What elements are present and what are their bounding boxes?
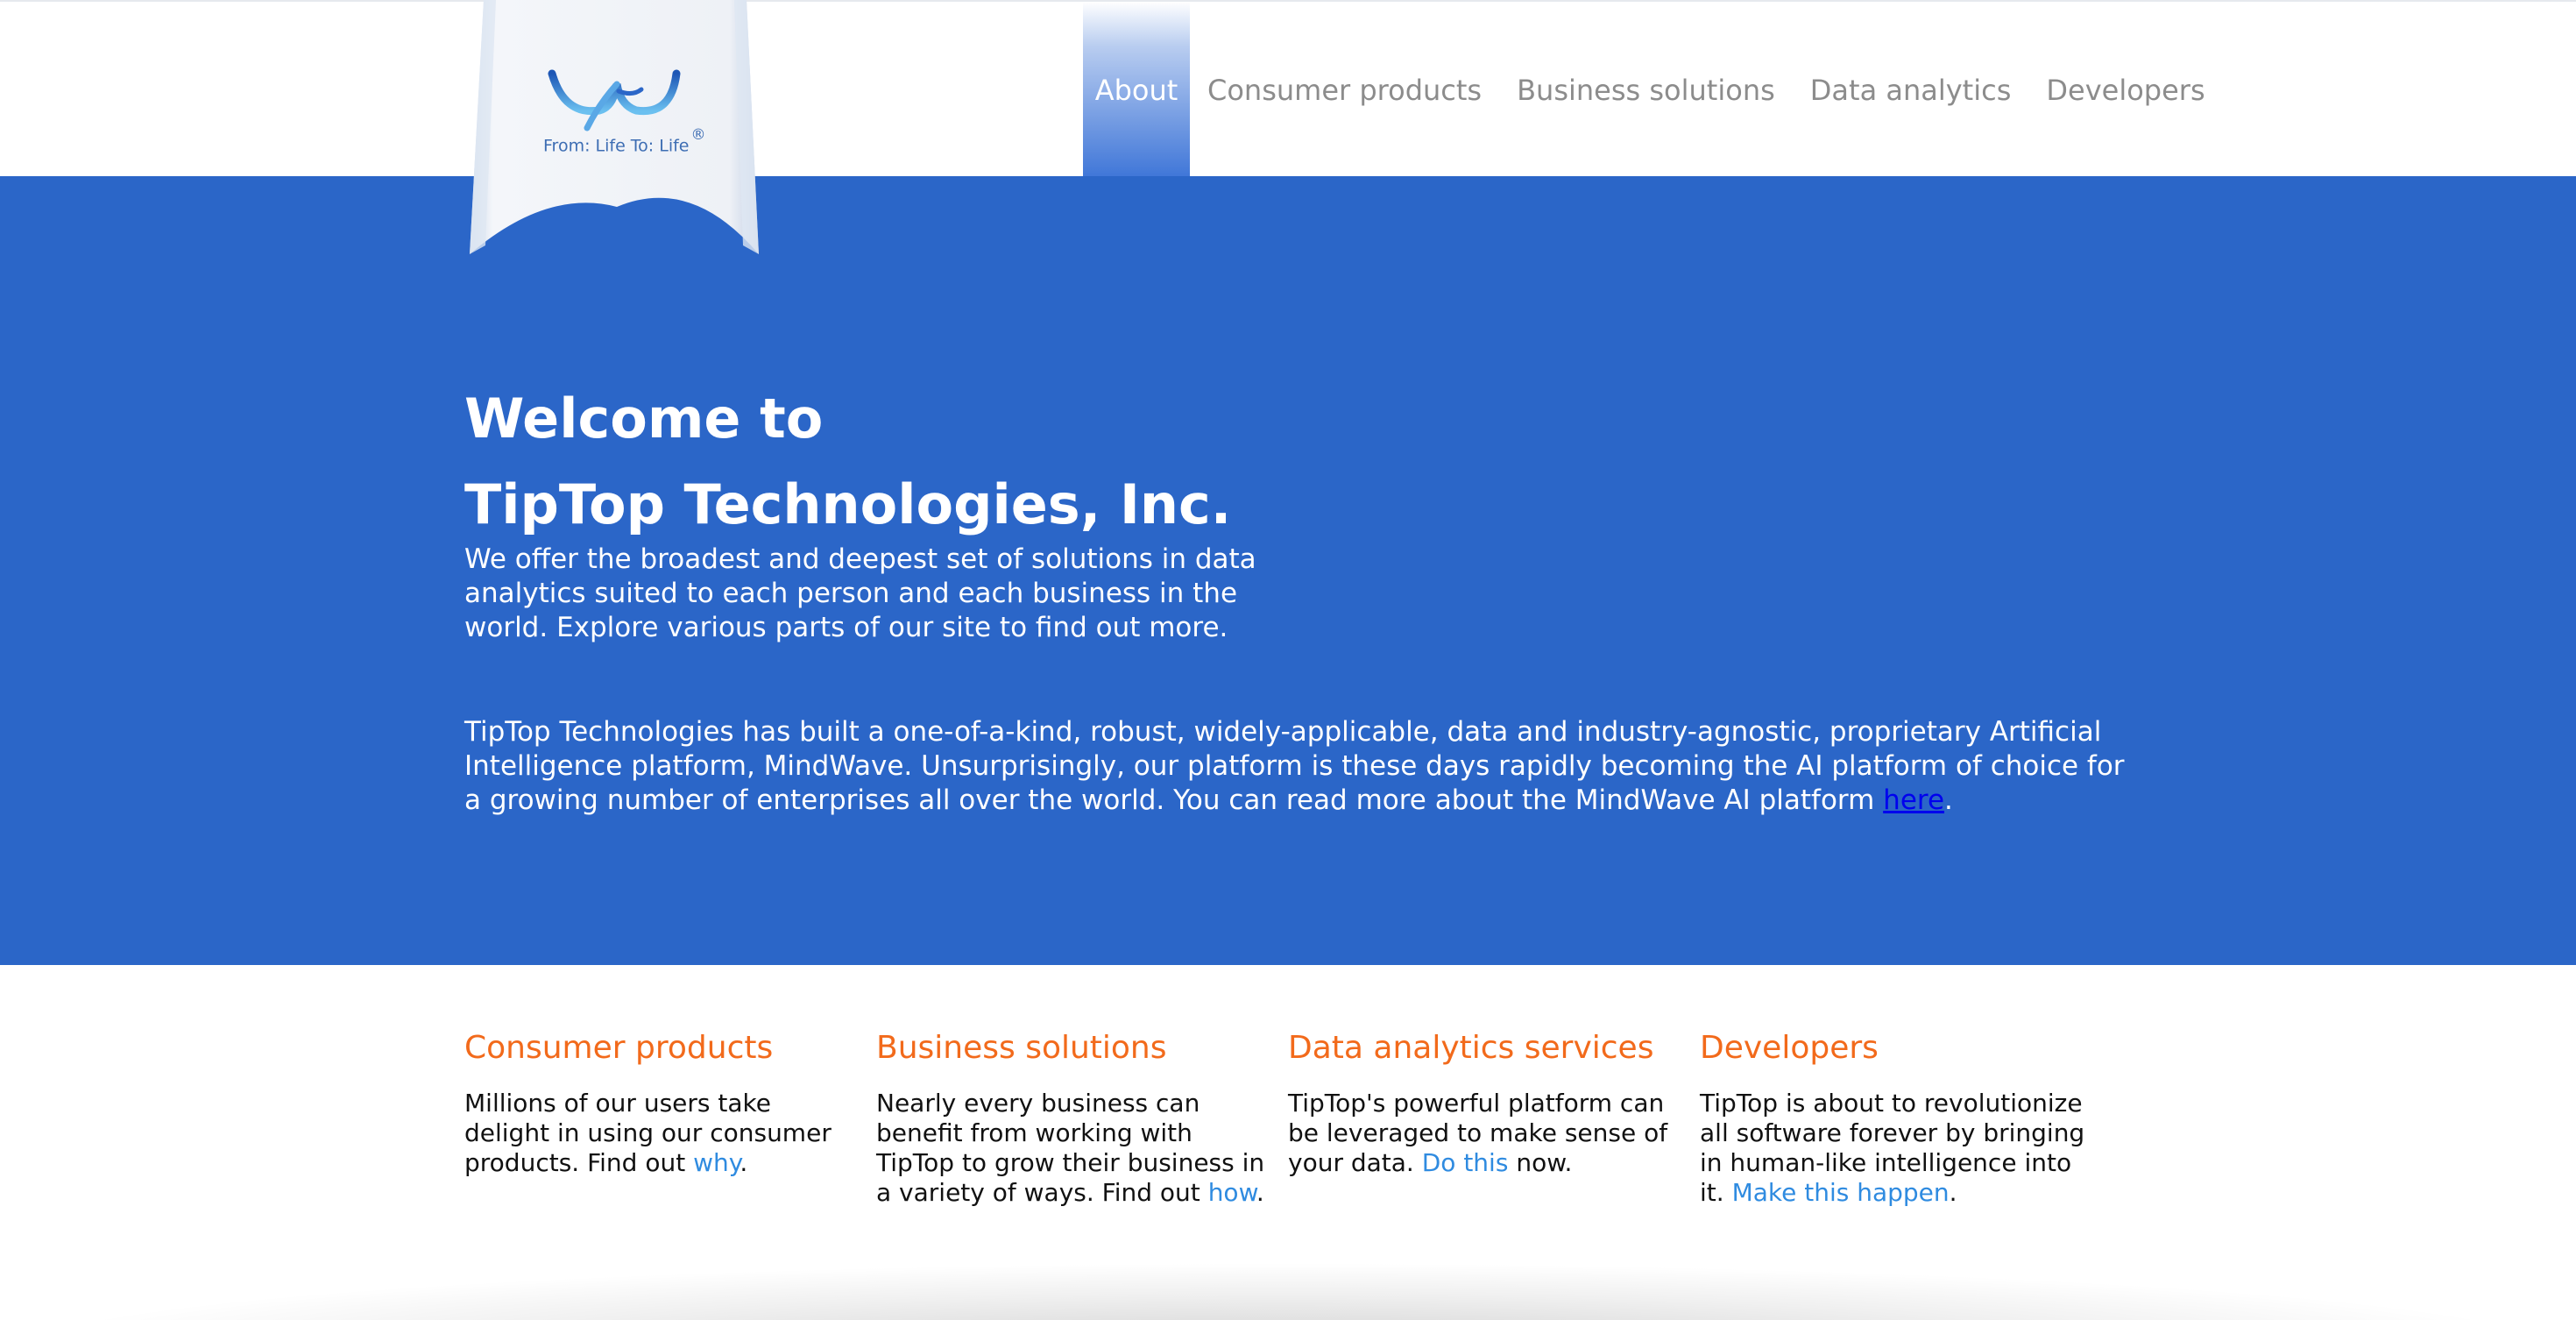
feature-description: Nearly every business can benefit from w… <box>876 1089 1267 1208</box>
feature-title: Consumer products <box>464 1030 774 1066</box>
nav-developers[interactable]: Developers <box>2028 2 2222 178</box>
feature-text-end: now. <box>1508 1148 1573 1177</box>
feature-text-end: . <box>740 1148 748 1177</box>
feature-text: Millions of our users take delight in us… <box>464 1089 832 1177</box>
features-section: Consumer products Millions of our users … <box>464 1027 2112 1238</box>
feature-link-why[interactable]: why <box>693 1148 740 1177</box>
feature-data-analytics-services: Data analytics services TipTop's powerfu… <box>1288 1027 1679 1178</box>
registered-mark: ® <box>690 126 706 144</box>
mindwave-here-link[interactable]: here <box>1883 784 1944 816</box>
feature-description: TipTop's powerful platform can be levera… <box>1288 1089 1679 1178</box>
feature-text: Nearly every business can benefit from w… <box>876 1089 1265 1207</box>
hero-section: Welcome to TipTop Technologies, Inc. We … <box>0 176 2576 965</box>
feature-text-end: . <box>1949 1178 1957 1207</box>
logo-tagline-text: From: Life To: Life <box>543 136 690 156</box>
main-nav: About Consumer products Business solutio… <box>1083 2 2223 178</box>
hero-title-line1: Welcome to <box>464 387 824 451</box>
site-logo[interactable]: From: Life To: Life® <box>468 0 759 261</box>
nav-business-solutions[interactable]: Business solutions <box>1499 2 1793 178</box>
logo-icon <box>470 0 759 254</box>
hero-title: Welcome to TipTop Technologies, Inc. <box>464 376 1231 548</box>
feature-business-solutions: Business solutions Nearly every business… <box>876 1027 1267 1208</box>
hero-body: TipTop Technologies has built a one-of-a… <box>464 715 2129 818</box>
feature-description: TipTop is about to revolutionize all sof… <box>1700 1089 2091 1208</box>
feature-link-do-this[interactable]: Do this <box>1422 1148 1509 1177</box>
logo-tagline: From: Life To: Life® <box>543 126 705 156</box>
hero-body-end: . <box>1944 784 1953 816</box>
hero-body-text: TipTop Technologies has built a one-of-a… <box>464 716 2125 816</box>
feature-description: Millions of our users take delight in us… <box>464 1089 855 1178</box>
nav-consumer-products[interactable]: Consumer products <box>1190 2 1499 178</box>
nav-data-analytics[interactable]: Data analytics <box>1793 2 2029 178</box>
feature-link-make-this-happen[interactable]: Make this happen <box>1732 1178 1950 1207</box>
feature-title: Business solutions <box>876 1030 1167 1066</box>
site-header: About Consumer products Business solutio… <box>0 0 2576 178</box>
page: About Consumer products Business solutio… <box>0 0 2576 1320</box>
hero-title-line2: TipTop Technologies, Inc. <box>464 472 1232 536</box>
feature-title: Data analytics services <box>1288 1030 1654 1066</box>
footer-shadow <box>0 1262 2576 1320</box>
feature-link-how[interactable]: how <box>1208 1178 1256 1207</box>
feature-developers: Developers TipTop is about to revolution… <box>1700 1027 2091 1208</box>
feature-consumer-products: Consumer products Millions of our users … <box>464 1027 855 1178</box>
hero-intro: We offer the broadest and deepest set of… <box>464 543 1256 643</box>
feature-title: Developers <box>1700 1030 1879 1066</box>
nav-about[interactable]: About <box>1083 2 1190 178</box>
feature-text-end: . <box>1256 1178 1264 1207</box>
